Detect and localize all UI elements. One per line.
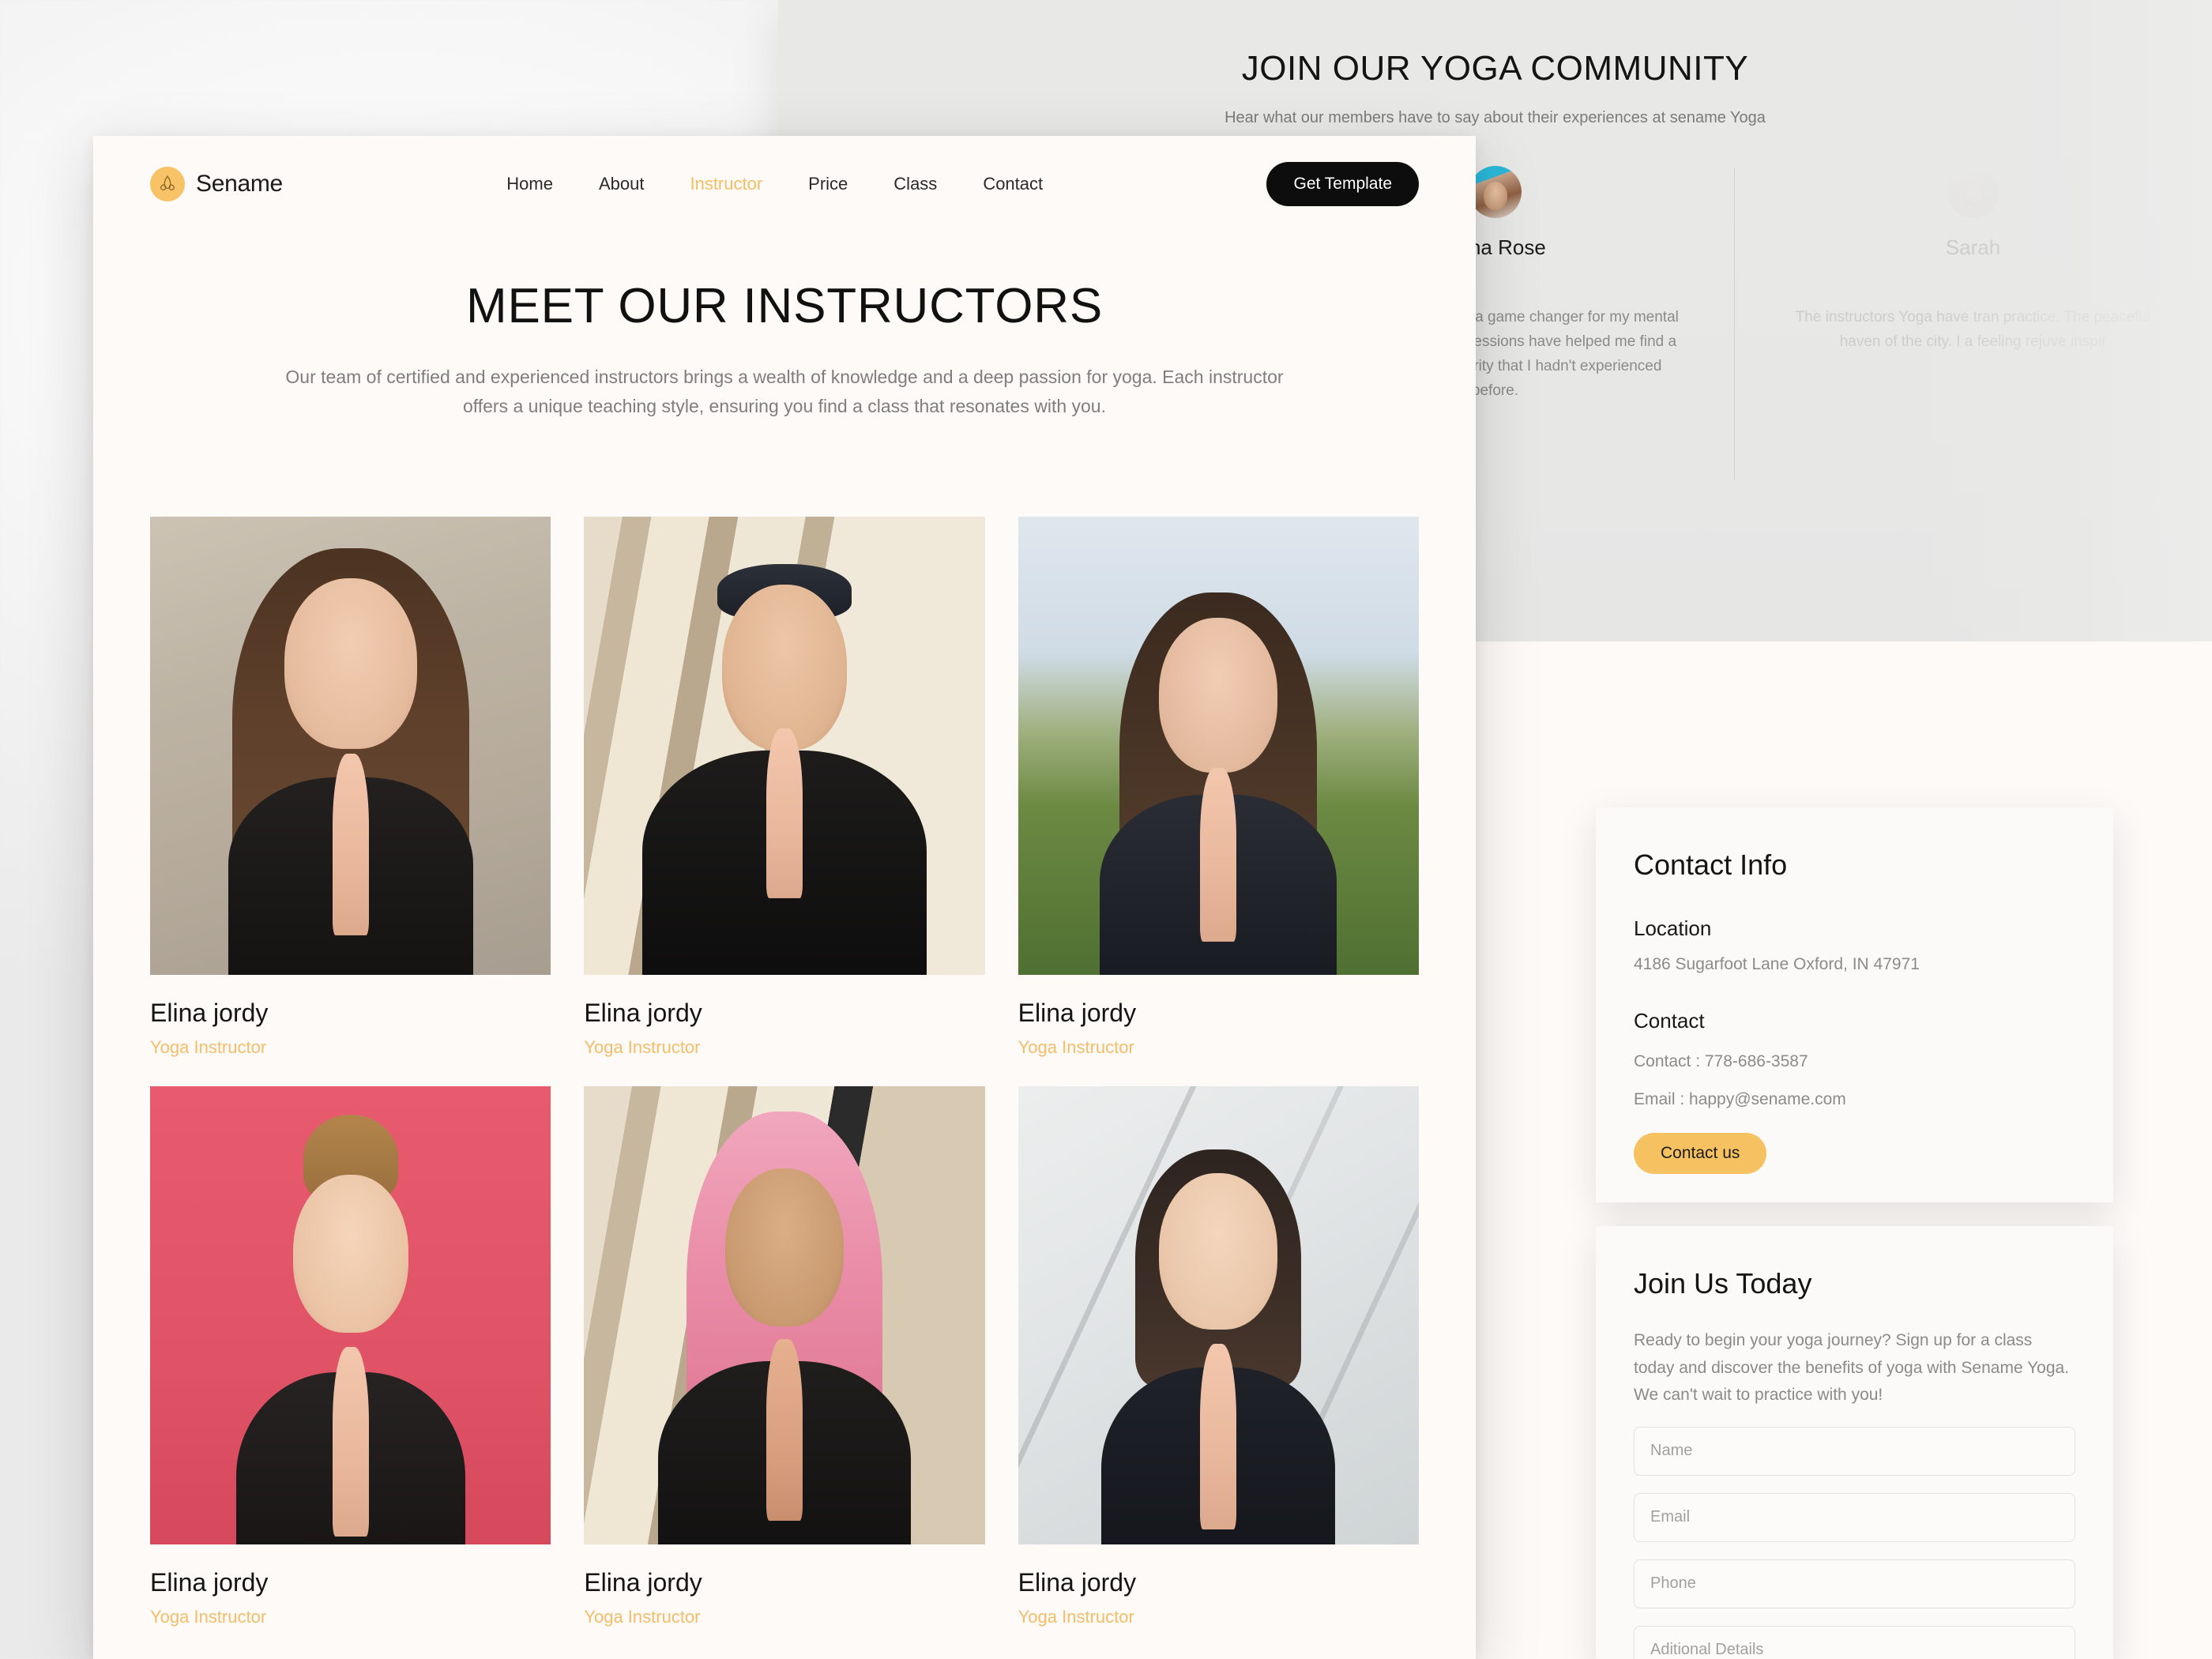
instructors-website-panel: Sename Home About Instructor Price Class… (93, 136, 1476, 1659)
instructor-card[interactable]: Elina jordy Yoga Instructor (150, 516, 551, 1058)
contact-us-button[interactable]: Contact us (1634, 1133, 1767, 1174)
additional-details-input[interactable] (1634, 1625, 2075, 1659)
page-title: MEET OUR INSTRUCTORS (466, 279, 1103, 333)
location-value: 4186 Sugarfoot Lane Oxford, IN 47971 (1634, 955, 1920, 973)
hero-section: MEET OUR INSTRUCTORS Our team of certifi… (93, 232, 1476, 422)
phone-value: Contact : 778-686-3587 (1634, 1052, 1808, 1070)
avatar-sarah (1947, 166, 1999, 218)
avatar-anna-rose (1469, 166, 1522, 218)
instructor-card[interactable]: Elina jordy Yoga Instructor (584, 516, 985, 1058)
instructor-name: Elina jordy (1018, 998, 1137, 1027)
instructor-photo (584, 516, 985, 975)
brand-logo[interactable]: Sename (150, 167, 283, 201)
navbar: Sename Home About Instructor Price Class… (93, 136, 1476, 232)
email-input[interactable] (1634, 1492, 2075, 1542)
instructor-name: Elina jordy (150, 1567, 269, 1597)
email-value: Email : happy@sename.com (1634, 1090, 1846, 1108)
instructor-photo (150, 516, 551, 975)
testimonial-name: Sarah (1945, 235, 2001, 259)
instructor-photo (150, 1085, 551, 1544)
instructor-name: Elina jordy (150, 998, 269, 1027)
instructor-name: Elina jordy (584, 1567, 702, 1597)
instructor-card[interactable]: Elina jordy Yoga Instructor (584, 1085, 985, 1627)
lotus-flame-icon (150, 167, 185, 201)
nav-item-home[interactable]: Home (506, 174, 553, 194)
instructor-grid: Elina jordy Yoga Instructor Elina jordy … (93, 516, 1476, 1627)
testimonial-quote: The instructors Yoga have tran practice.… (1795, 309, 2151, 350)
instructor-role: Yoga Instructor (1018, 1606, 1134, 1627)
testimonials-subtitle: Hear what our members have to say about … (1224, 109, 1766, 126)
instructor-role: Yoga Instructor (150, 1606, 267, 1627)
instructor-card[interactable]: Elina jordy Yoga Instructor (1018, 1085, 1419, 1627)
instructor-role: Yoga Instructor (584, 1606, 701, 1627)
instructor-card[interactable]: Elina jordy Yoga Instructor (150, 1085, 551, 1627)
page-description: Our team of certified and experienced in… (285, 367, 1284, 417)
name-input[interactable] (1634, 1426, 2075, 1476)
instructor-photo (1018, 516, 1419, 975)
instructor-card[interactable]: Elina jordy Yoga Instructor (1018, 516, 1419, 1058)
contact-info-title: Contact Info (1634, 848, 1788, 881)
nav-item-instructor[interactable]: Instructor (690, 174, 762, 194)
instructor-role: Yoga Instructor (150, 1036, 267, 1057)
contact-label: Contact (1634, 1009, 1705, 1033)
nav-item-price[interactable]: Price (808, 174, 848, 194)
nav-item-class[interactable]: Class (893, 174, 937, 194)
instructor-name: Elina jordy (1018, 1567, 1137, 1597)
join-us-today-card: Join Us Today Ready to begin your yoga j… (1596, 1226, 2113, 1659)
join-us-description: Ready to begin your yoga journey? Sign u… (1634, 1331, 2070, 1405)
nav-item-about[interactable]: About (599, 174, 645, 194)
testimonial-card-sarah: Sarah The instructors Yoga have tran pra… (1734, 166, 2212, 480)
phone-input[interactable] (1634, 1559, 2075, 1608)
instructor-role: Yoga Instructor (1018, 1036, 1134, 1057)
brand-name: Sename (196, 171, 283, 197)
contact-info-card: Contact Info Location 4186 Sugarfoot Lan… (1596, 807, 2113, 1202)
instructor-photo (1018, 1085, 1419, 1544)
nav-item-contact[interactable]: Contact (983, 174, 1043, 194)
primary-navigation: Home About Instructor Price Class Contac… (283, 174, 1267, 194)
get-template-button[interactable]: Get Template (1266, 162, 1419, 206)
join-us-title: Join Us Today (1634, 1267, 1812, 1300)
instructor-name: Elina jordy (584, 998, 702, 1027)
location-label: Location (1634, 916, 1712, 940)
testimonials-title: JOIN OUR YOGA COMMUNITY (1241, 49, 1749, 88)
instructor-photo (584, 1085, 985, 1544)
instructor-role: Yoga Instructor (584, 1036, 701, 1057)
